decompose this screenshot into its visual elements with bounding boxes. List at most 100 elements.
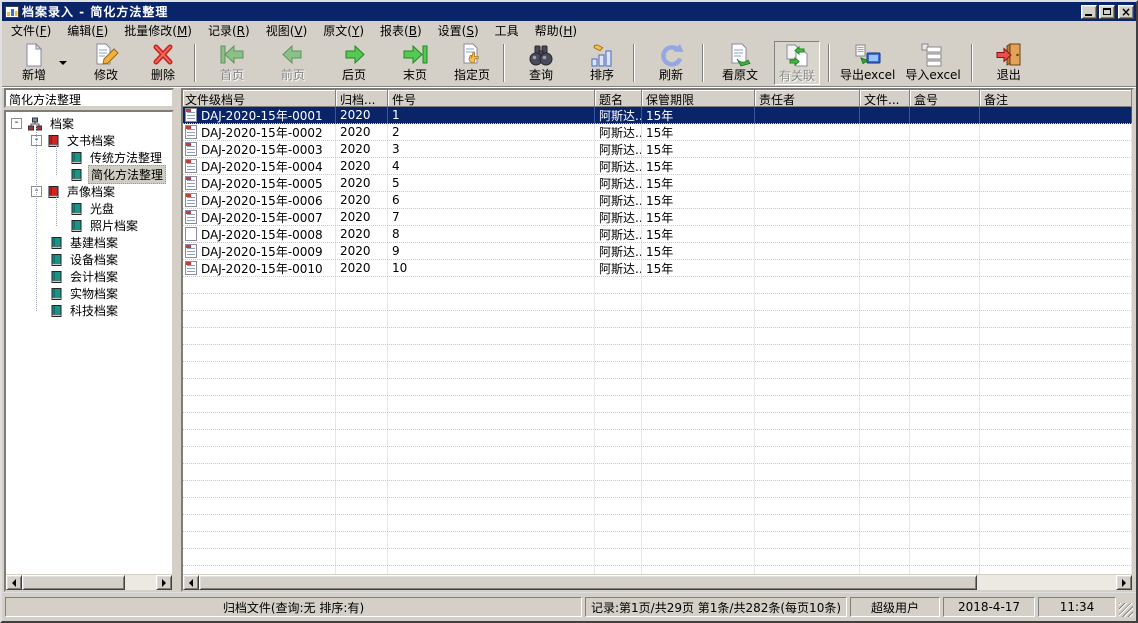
cell-remark	[980, 141, 1132, 157]
column-header-box_no[interactable]: 盒号	[910, 90, 980, 107]
maximize-button[interactable]	[1099, 5, 1115, 19]
column-header-title[interactable]: 题名	[595, 90, 642, 107]
table-row[interactable]: DAJ-2020-15年-000620206阿斯达...15年	[183, 192, 1132, 209]
delete-button[interactable]: 删除	[140, 41, 186, 85]
collapse-toggle-icon[interactable]: -	[11, 118, 22, 129]
collapse-toggle-icon[interactable]: -	[31, 186, 42, 197]
tree-node-physical-archive[interactable]: 实物档案	[6, 285, 172, 302]
menu-item-7[interactable]: 设置(S)	[430, 20, 487, 41]
table-row[interactable]: DAJ-2020-15年-0010202010阿斯达...15年	[183, 260, 1132, 277]
minimize-icon	[1085, 14, 1092, 16]
refresh-button[interactable]: 刷新	[648, 41, 694, 85]
category-filter-box[interactable]: 简化方法整理	[4, 88, 174, 108]
sort-button[interactable]: 排序	[579, 41, 625, 85]
exit-button[interactable]: 退出	[986, 41, 1032, 85]
tree-node-equipment-archive[interactable]: 设备档案	[6, 251, 172, 268]
search-button[interactable]: 查询	[518, 41, 564, 85]
menu-item-1[interactable]: 编辑(E)	[59, 20, 116, 41]
first-page-button[interactable]: 首页	[209, 41, 255, 85]
add-button[interactable]: 新增	[11, 41, 57, 85]
resize-grip[interactable]	[1119, 603, 1133, 617]
tree-horizontal-scrollbar[interactable]	[6, 574, 172, 590]
cell-responsible	[755, 124, 860, 140]
menu-item-3[interactable]: 记录(R)	[200, 20, 258, 41]
cell-file_count	[860, 549, 910, 565]
tree-node-simplified-method[interactable]: 简化方法整理	[6, 166, 172, 183]
column-header-item_no[interactable]: 件号	[388, 90, 595, 107]
cell-retention	[642, 328, 755, 344]
cell-responsible	[755, 396, 860, 412]
tree-node-photo-archive[interactable]: 照片档案	[6, 217, 172, 234]
cell-year: 2020	[336, 226, 388, 242]
import-excel-button[interactable]: 导入excel	[903, 41, 962, 85]
empty-row	[183, 413, 1132, 430]
scrollbar-track[interactable]	[977, 575, 1116, 590]
modify-button[interactable]: 修改	[83, 41, 129, 85]
add-dropdown-arrow[interactable]	[56, 41, 69, 85]
menu-item-9[interactable]: 帮助(H)	[527, 20, 585, 41]
menu-item-2[interactable]: 批量修改(M)	[116, 20, 200, 41]
scrollbar-thumb[interactable]	[22, 575, 125, 590]
table-row[interactable]: DAJ-2020-15年-000920209阿斯达...15年	[183, 243, 1132, 260]
minimize-button[interactable]	[1081, 5, 1097, 19]
table-row[interactable]: DAJ-2020-15年-000520205阿斯达...15年	[183, 175, 1132, 192]
menu-item-8[interactable]: 工具	[487, 20, 527, 41]
cell-year: 2020	[336, 158, 388, 174]
column-header-responsible[interactable]: 责任者	[755, 90, 860, 107]
goto-page-button[interactable]: 指定页	[449, 41, 495, 85]
scroll-right-arrow[interactable]	[1116, 575, 1132, 590]
column-header-remark[interactable]: 备注	[980, 90, 1132, 107]
table-row[interactable]: DAJ-2020-15年-000320203阿斯达...15年	[183, 141, 1132, 158]
tree-node-optical-disc[interactable]: 光盘	[6, 200, 172, 217]
tree-node-infrastructure-archive[interactable]: 基建档案	[6, 234, 172, 251]
column-header-file_count[interactable]: 文件...	[860, 90, 910, 107]
table-row[interactable]: DAJ-2020-15年-000120201阿斯达...15年	[183, 107, 1132, 124]
tree-node-document-archive[interactable]: - 文书档案	[6, 132, 172, 149]
tree-node-audio-visual-archive[interactable]: - 声像档案	[6, 183, 172, 200]
tree-node-traditional-method[interactable]: 传统方法整理	[6, 149, 172, 166]
tree-node-technology-archive[interactable]: 科技档案	[6, 302, 172, 319]
table-row[interactable]: DAJ-2020-15年-000420204阿斯达...15年	[183, 158, 1132, 175]
table-row[interactable]: DAJ-2020-15年-000820208阿斯达...15年	[183, 226, 1132, 243]
export-excel-button[interactable]: 导出excel	[838, 41, 897, 85]
menu-item-0[interactable]: 文件(F)	[3, 20, 59, 41]
tree-node-accounting-archive[interactable]: 会计档案	[6, 268, 172, 285]
scroll-left-arrow[interactable]	[6, 575, 22, 590]
scroll-left-arrow[interactable]	[183, 575, 199, 590]
collapse-toggle-icon[interactable]: -	[31, 135, 42, 146]
status-mode: 归档文件(查询:无 排序:有)	[5, 597, 582, 617]
table-row[interactable]: DAJ-2020-15年-000220202阿斯达...15年	[183, 124, 1132, 141]
table-horizontal-scrollbar[interactable]	[183, 574, 1132, 590]
column-header-file_no[interactable]: 文件级档号	[183, 90, 336, 107]
scrollbar-track[interactable]	[125, 575, 156, 590]
tree-label: 实物档案	[68, 285, 120, 302]
scroll-right-arrow[interactable]	[156, 575, 172, 590]
table-row[interactable]: DAJ-2020-15年-000720207阿斯达...15年	[183, 209, 1132, 226]
cell-file_count	[860, 362, 910, 378]
cell-file_no	[183, 430, 336, 446]
org-chart-icon	[27, 117, 43, 131]
related-button[interactable]: 有关联	[774, 41, 820, 85]
last-page-button[interactable]: 末页	[392, 41, 438, 85]
cell-responsible	[755, 243, 860, 259]
cell-retention	[642, 549, 755, 565]
column-header-retention[interactable]: 保管期限	[642, 90, 755, 107]
next-page-button[interactable]: 后页	[331, 41, 377, 85]
menu-item-4[interactable]: 视图(V)	[258, 20, 316, 41]
doc-text-icon	[185, 108, 197, 122]
cell-item_no	[388, 294, 595, 310]
import-excel-label: 导入excel	[905, 68, 960, 82]
panel-splitter[interactable]	[174, 88, 181, 592]
close-button[interactable]: ×	[1118, 5, 1134, 19]
file-number-text: DAJ-2020-15年-0001	[201, 107, 323, 123]
prev-page-button[interactable]: 前页	[270, 41, 316, 85]
column-header-year[interactable]: 归档...	[336, 90, 388, 107]
cell-retention: 15年	[642, 175, 755, 191]
view-original-button[interactable]: 看原文	[717, 41, 763, 85]
cell-item_no: 8	[388, 226, 595, 242]
cell-retention	[642, 515, 755, 531]
tree-node-archive-root[interactable]: - 档案	[6, 115, 172, 132]
menu-item-5[interactable]: 原文(Y)	[315, 20, 372, 41]
menu-item-6[interactable]: 报表(B)	[372, 20, 430, 41]
scrollbar-thumb[interactable]	[199, 575, 977, 590]
